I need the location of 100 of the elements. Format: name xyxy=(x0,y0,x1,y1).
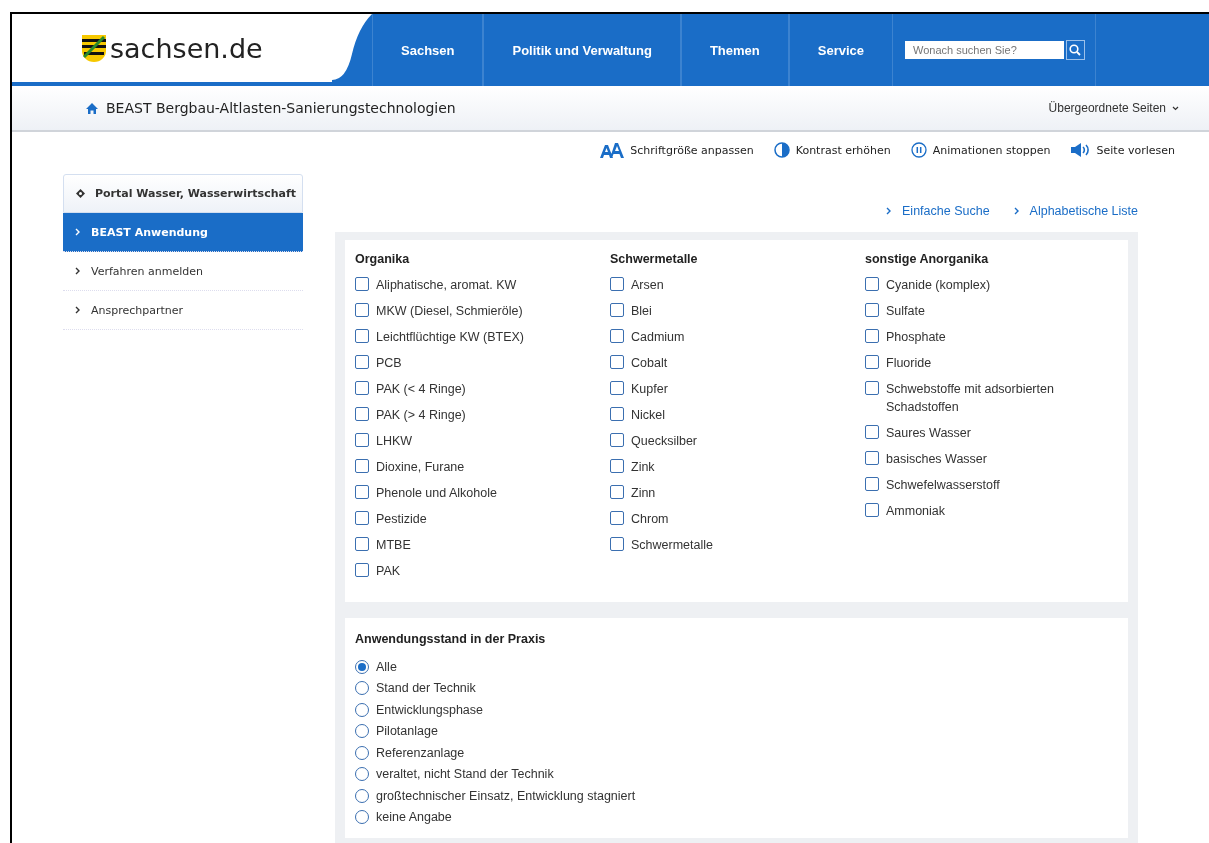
checkbox[interactable] xyxy=(865,277,879,291)
checkbox[interactable] xyxy=(865,451,879,465)
checkbox-option[interactable]: basisches Wasser xyxy=(865,450,1105,468)
checkbox-option[interactable]: Schwermetalle xyxy=(610,536,850,554)
checkbox[interactable] xyxy=(355,355,369,369)
checkbox-option[interactable]: Schwebstoffe mit adsorbierten Schadstoffen xyxy=(865,380,1105,416)
chevron-icon xyxy=(75,267,81,275)
checkbox-option[interactable]: MTBE xyxy=(355,536,595,554)
checkbox[interactable] xyxy=(610,459,624,473)
search-link[interactable]: Alphabetische Liste xyxy=(1013,204,1138,218)
section-heading: Anwendungsstand in der Praxis xyxy=(355,632,547,646)
checkbox-option[interactable]: Zinn xyxy=(610,484,850,502)
checkbox[interactable] xyxy=(610,277,624,291)
sidebar-item[interactable]: BEAST Anwendung xyxy=(63,213,303,252)
checkbox[interactable] xyxy=(355,407,369,421)
radio-option[interactable]: Pilotanlage xyxy=(355,720,438,742)
checkbox-option[interactable]: Blei xyxy=(610,302,850,320)
chevron-icon xyxy=(75,306,81,314)
checkbox-option[interactable]: Aliphatische, aromat. KW xyxy=(355,276,595,294)
accessibility-tool[interactable]: Kontrast erhöhen xyxy=(773,142,891,158)
home-icon[interactable] xyxy=(86,102,98,114)
accessibility-tool[interactable]: Seite vorlesen xyxy=(1070,142,1175,158)
checkbox-option[interactable]: Kupfer xyxy=(610,380,850,398)
radio-option[interactable]: Referenzanlage xyxy=(355,742,465,764)
checkbox[interactable] xyxy=(865,329,879,343)
search-button[interactable] xyxy=(1065,40,1085,60)
search-field[interactable]: Wonach suchen Sie? xyxy=(905,41,1064,59)
checkbox-option[interactable]: Phenole und Alkohole xyxy=(355,484,595,502)
checkbox-option[interactable]: Phosphate xyxy=(865,328,1105,346)
radio-option[interactable]: großtechnischer Einsatz, Entwicklung stagniert xyxy=(355,785,636,807)
checkbox[interactable] xyxy=(355,537,369,551)
checkbox-option[interactable]: PAK (> 4 Ringe) xyxy=(355,406,595,424)
speaker-icon xyxy=(1070,143,1091,157)
checkbox[interactable] xyxy=(865,381,879,395)
checkbox-option[interactable]: Zink xyxy=(610,458,850,476)
checkbox[interactable] xyxy=(355,277,369,291)
radio-option[interactable]: keine Angabe xyxy=(355,806,452,828)
caret-icon xyxy=(1172,105,1179,111)
search-link[interactable]: Einfache Suche xyxy=(886,204,990,218)
checkbox[interactable] xyxy=(610,511,624,525)
checkbox[interactable] xyxy=(355,511,369,525)
checkbox[interactable] xyxy=(355,485,369,499)
checkbox[interactable] xyxy=(355,433,369,447)
radio-option[interactable]: Alle xyxy=(355,656,397,678)
font-size-icon xyxy=(600,142,625,158)
logo-text[interactable]: sachsen.de xyxy=(110,32,263,64)
checkbox[interactable] xyxy=(610,329,624,343)
checkbox[interactable] xyxy=(865,477,879,491)
checkbox[interactable] xyxy=(355,329,369,343)
checkbox-option[interactable]: Schwefelwasserstoff xyxy=(865,476,1105,494)
checkbox-option[interactable]: Saures Wasser xyxy=(865,424,1105,442)
checkbox-option[interactable]: Cyanide (komplex) xyxy=(865,276,1105,294)
checkbox-option[interactable]: Pestizide xyxy=(355,510,595,528)
checkbox[interactable] xyxy=(610,381,624,395)
checkbox-option[interactable]: Leichtflüchtige KW (BTEX) xyxy=(355,328,595,346)
checkbox[interactable] xyxy=(610,537,624,551)
accessibility-tool[interactable]: Schriftgröße anpassen xyxy=(600,142,754,158)
checkbox[interactable] xyxy=(355,303,369,317)
checkbox-option[interactable]: Cobalt xyxy=(610,354,850,372)
checkbox[interactable] xyxy=(865,503,879,517)
checkbox-option[interactable]: Quecksilber xyxy=(610,432,850,450)
pause-icon xyxy=(910,142,927,158)
radio-option[interactable]: Entwicklungsphase xyxy=(355,699,483,721)
checkbox-option[interactable]: LHKW xyxy=(355,432,595,450)
checkbox-option[interactable]: PCB xyxy=(355,354,595,372)
chevron-icon xyxy=(886,207,893,215)
checkbox[interactable] xyxy=(610,303,624,317)
checkbox[interactable] xyxy=(610,433,624,447)
checkbox[interactable] xyxy=(865,303,879,317)
checkbox-option[interactable]: Arsen xyxy=(610,276,850,294)
checkbox-option[interactable]: Cadmium xyxy=(610,328,850,346)
accessibility-tool[interactable]: Animationen stoppen xyxy=(910,142,1051,158)
checkbox-option[interactable]: Ammoniak xyxy=(865,502,1105,520)
checkbox-option[interactable]: Chrom xyxy=(610,510,850,528)
search-icon xyxy=(1069,44,1082,56)
checkbox[interactable] xyxy=(355,381,369,395)
checkbox[interactable] xyxy=(610,355,624,369)
coat-of-arms-icon xyxy=(82,34,106,62)
chevron-icon xyxy=(75,228,81,236)
diamond-icon xyxy=(76,189,85,198)
category-heading: sonstige Anorganika xyxy=(865,252,990,266)
checkbox[interactable] xyxy=(610,485,624,499)
sidebar-item[interactable]: Portal Wasser, Wasserwirtschaft xyxy=(63,174,303,213)
chevron-icon xyxy=(1013,207,1020,215)
checkbox[interactable] xyxy=(865,425,879,439)
checkbox[interactable] xyxy=(355,459,369,473)
checkbox[interactable] xyxy=(865,355,879,369)
checkbox-option[interactable]: PAK (< 4 Ringe) xyxy=(355,380,595,398)
radio-option[interactable]: veraltet, nicht Stand der Technik xyxy=(355,763,554,785)
checkbox[interactable] xyxy=(610,407,624,421)
parent-pages-dropdown[interactable]: Übergeordnete Seiten xyxy=(1048,101,1179,115)
checkbox-option[interactable]: Dioxine, Furane xyxy=(355,458,595,476)
checkbox-option[interactable]: Sulfate xyxy=(865,302,1105,320)
checkbox-option[interactable]: MKW (Diesel, Schmieröle) xyxy=(355,302,595,320)
checkbox[interactable] xyxy=(355,563,369,577)
radio-option[interactable]: Stand der Technik xyxy=(355,677,476,699)
checkbox-option[interactable]: PAK xyxy=(355,562,595,580)
checkbox-option[interactable]: Fluoride xyxy=(865,354,1105,372)
category-heading: Organika xyxy=(355,252,411,266)
checkbox-option[interactable]: Nickel xyxy=(610,406,850,424)
